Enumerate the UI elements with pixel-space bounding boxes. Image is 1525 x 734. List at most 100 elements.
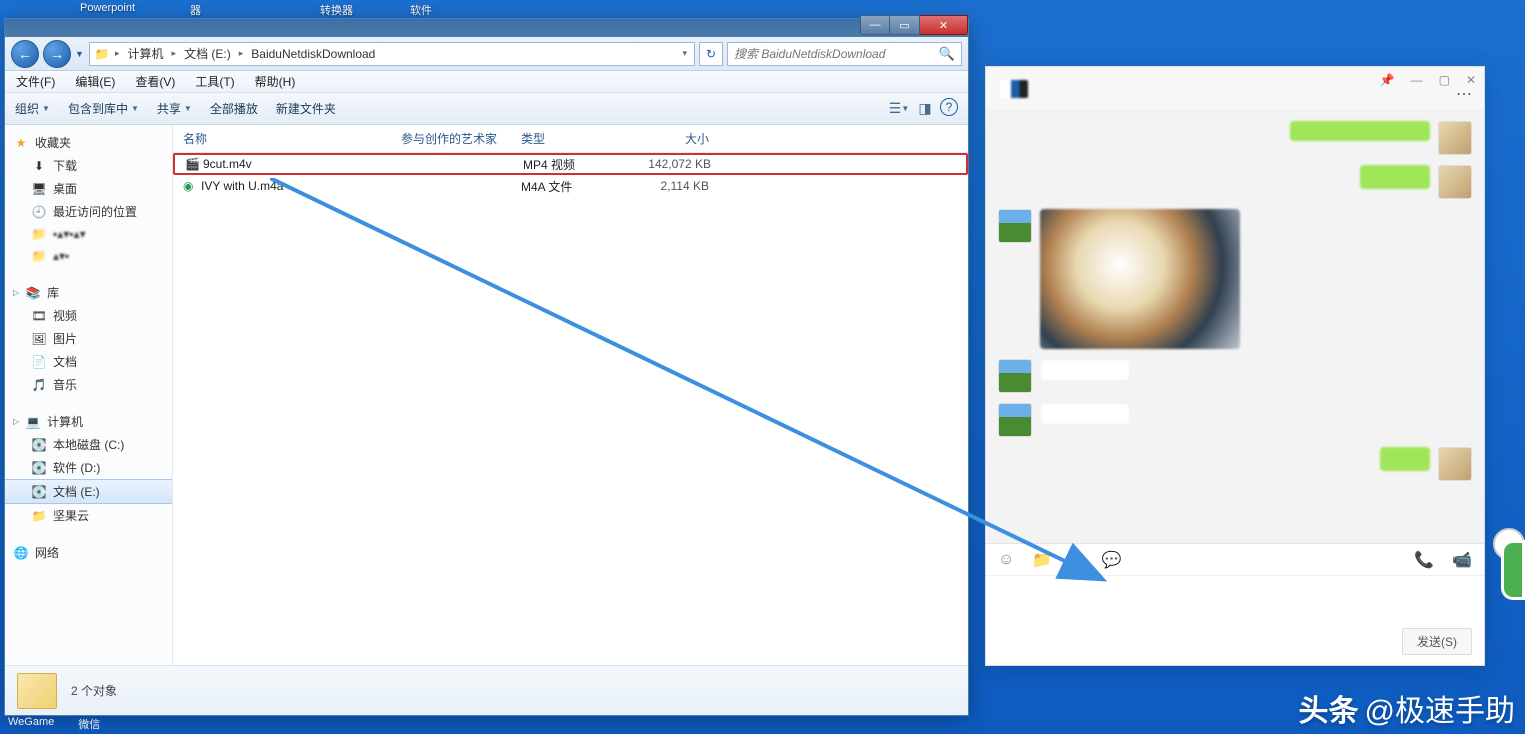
file-name: IVY with U.m4a bbox=[201, 179, 401, 193]
chat-titlebar[interactable]: 📌 — ▢ ✕ ⋯ bbox=[986, 67, 1484, 111]
file-button[interactable]: 📁 bbox=[1032, 550, 1052, 570]
nav-drive-c[interactable]: 💽本地磁盘 (C:) bbox=[5, 433, 172, 456]
nav-jianguo[interactable]: 📁坚果云 bbox=[5, 504, 172, 527]
new-folder-button[interactable]: 新建文件夹 bbox=[276, 100, 336, 117]
preview-pane-button[interactable]: ◨ bbox=[914, 98, 936, 120]
menu-edit[interactable]: 编辑(E) bbox=[72, 71, 118, 92]
avatar[interactable] bbox=[998, 209, 1032, 243]
message-in[interactable] bbox=[998, 359, 1472, 393]
nav-favorites[interactable]: ★收藏夹 bbox=[5, 131, 172, 154]
menubar: 文件(F) 编辑(E) 查看(V) 工具(T) 帮助(H) bbox=[5, 71, 968, 93]
chat-input-area[interactable]: 发送(S) bbox=[986, 575, 1484, 665]
nav-documents[interactable]: 📄文档 bbox=[5, 350, 172, 373]
side-widget[interactable] bbox=[1501, 540, 1525, 600]
status-bar: 2 个对象 bbox=[5, 665, 968, 715]
search-input[interactable] bbox=[734, 47, 939, 61]
minimize-button[interactable]: — bbox=[860, 15, 890, 35]
avatar[interactable] bbox=[998, 359, 1032, 393]
breadcrumb-dropdown[interactable]: ▾ bbox=[679, 48, 690, 59]
titlebar[interactable]: — ▭ ✕ bbox=[5, 19, 968, 37]
audio-file-icon: ◉ bbox=[183, 179, 201, 193]
video-call-button[interactable]: 📹 bbox=[1452, 550, 1472, 570]
menu-file[interactable]: 文件(F) bbox=[13, 71, 58, 92]
menu-view[interactable]: 查看(V) bbox=[132, 71, 178, 92]
back-button[interactable]: ← bbox=[11, 40, 39, 68]
breadcrumb-item[interactable]: 计算机 bbox=[125, 44, 167, 63]
nav-computer[interactable]: ▷💻计算机 bbox=[5, 410, 172, 433]
address-bar: ← → ▼ 📁 ▸ 计算机 ▸ 文档 (E:) ▸ BaiduNetdiskDo… bbox=[5, 37, 968, 71]
nav-videos[interactable]: 🎞视频 bbox=[5, 304, 172, 327]
avatar[interactable] bbox=[1438, 121, 1472, 155]
emoji-button[interactable]: ☺ bbox=[998, 551, 1014, 569]
message-out[interactable] bbox=[998, 447, 1472, 481]
forward-button[interactable]: → bbox=[43, 40, 71, 68]
chat-messages bbox=[986, 111, 1484, 543]
breadcrumb-item[interactable]: 文档 (E:) bbox=[181, 44, 234, 63]
col-artist[interactable]: 参与创作的艺术家 bbox=[401, 130, 521, 147]
message-in[interactable] bbox=[998, 209, 1472, 349]
explorer-window: — ▭ ✕ ← → ▼ 📁 ▸ 计算机 ▸ 文档 (E:) ▸ BaiduNet… bbox=[4, 18, 969, 716]
nav-desktop[interactable]: 🖥桌面 bbox=[5, 177, 172, 200]
help-button[interactable]: ? bbox=[940, 98, 958, 116]
nav-pictures[interactable]: 🖼图片 bbox=[5, 327, 172, 350]
folder-icon bbox=[17, 673, 57, 709]
col-type[interactable]: 类型 bbox=[521, 130, 639, 147]
col-size[interactable]: 大小 bbox=[639, 130, 719, 147]
breadcrumb[interactable]: 📁 ▸ 计算机 ▸ 文档 (E:) ▸ BaiduNetdiskDownload… bbox=[89, 42, 695, 66]
nav-music[interactable]: 🎵音乐 bbox=[5, 373, 172, 396]
taskbar: WeGame 微信 bbox=[8, 716, 100, 732]
search-box[interactable]: 🔍 bbox=[727, 42, 962, 66]
nav-drive-d[interactable]: 💽软件 (D:) bbox=[5, 456, 172, 479]
image-message[interactable] bbox=[1040, 209, 1240, 349]
column-headers[interactable]: 名称 参与创作的艺术家 类型 大小 bbox=[173, 125, 968, 153]
pin-button[interactable]: 📌 bbox=[1380, 73, 1395, 87]
breadcrumb-item[interactable]: BaiduNetdiskDownload bbox=[248, 46, 378, 62]
nav-library[interactable]: ▷📚库 bbox=[5, 281, 172, 304]
maximize-button[interactable]: ▭ bbox=[890, 15, 920, 35]
status-text: 2 个对象 bbox=[71, 682, 117, 699]
organize-button[interactable]: 组织▼ bbox=[15, 100, 50, 117]
file-type: MP4 视频 bbox=[523, 156, 641, 173]
menu-tools[interactable]: 工具(T) bbox=[192, 71, 237, 92]
view-mode-button[interactable]: ☰ ▼ bbox=[888, 98, 910, 120]
nav-blurred-item: 📁▪▴▾▪▴▾ bbox=[5, 223, 172, 245]
avatar[interactable] bbox=[1438, 165, 1472, 199]
nav-downloads[interactable]: ⬇下载 bbox=[5, 154, 172, 177]
nav-blurred-item: 📁▴▾▪ bbox=[5, 245, 172, 267]
file-row[interactable]: ◉ IVY with U.m4a M4A 文件 2,114 KB bbox=[173, 175, 968, 197]
avatar[interactable] bbox=[1438, 447, 1472, 481]
chat-more-button[interactable]: ⋯ bbox=[1456, 84, 1474, 104]
file-name: 9cut.m4v bbox=[203, 157, 403, 171]
desktop-label: 转换器 bbox=[320, 2, 353, 18]
desktop-label: Powerpoint bbox=[80, 2, 135, 14]
video-file-icon: 🎬 bbox=[185, 157, 203, 171]
screenshot-button[interactable]: ✂ bbox=[1070, 550, 1083, 570]
message-out[interactable] bbox=[998, 121, 1472, 155]
desktop-label: 软件 bbox=[410, 2, 432, 18]
nav-network[interactable]: 🌐网络 bbox=[5, 541, 172, 564]
file-row[interactable]: 🎬 9cut.m4v MP4 视频 142,072 KB bbox=[173, 153, 968, 175]
history-button[interactable]: 💬 bbox=[1102, 550, 1122, 570]
message-in[interactable] bbox=[998, 403, 1472, 437]
chat-minimize-button[interactable]: — bbox=[1411, 73, 1423, 87]
send-button[interactable]: 发送(S) bbox=[1402, 628, 1472, 655]
toolbar: 组织▼ 包含到库中▼ 共享▼ 全部播放 新建文件夹 ☰ ▼ ◨ ? bbox=[5, 93, 968, 125]
avatar[interactable] bbox=[998, 403, 1032, 437]
nav-history-dropdown[interactable]: ▼ bbox=[75, 49, 85, 59]
message-bubble bbox=[1360, 165, 1430, 189]
include-library-button[interactable]: 包含到库中▼ bbox=[68, 100, 139, 117]
voice-call-button[interactable]: 📞 bbox=[1414, 550, 1434, 570]
nav-recent[interactable]: 🕘最近访问的位置 bbox=[5, 200, 172, 223]
close-button[interactable]: ✕ bbox=[920, 15, 968, 35]
menu-help[interactable]: 帮助(H) bbox=[252, 71, 299, 92]
playall-button[interactable]: 全部播放 bbox=[210, 100, 258, 117]
watermark: 头条 @极速手助 bbox=[1299, 686, 1515, 730]
message-out[interactable] bbox=[998, 165, 1472, 199]
col-name[interactable]: 名称 bbox=[183, 130, 401, 147]
nav-drive-e[interactable]: 💽文档 (E:) bbox=[5, 479, 172, 504]
desktop-label: 器 bbox=[190, 2, 201, 18]
chat-maximize-button[interactable]: ▢ bbox=[1439, 73, 1450, 87]
search-icon[interactable]: 🔍 bbox=[939, 46, 955, 62]
refresh-button[interactable]: ↻ bbox=[699, 42, 723, 66]
share-button[interactable]: 共享▼ bbox=[157, 100, 192, 117]
